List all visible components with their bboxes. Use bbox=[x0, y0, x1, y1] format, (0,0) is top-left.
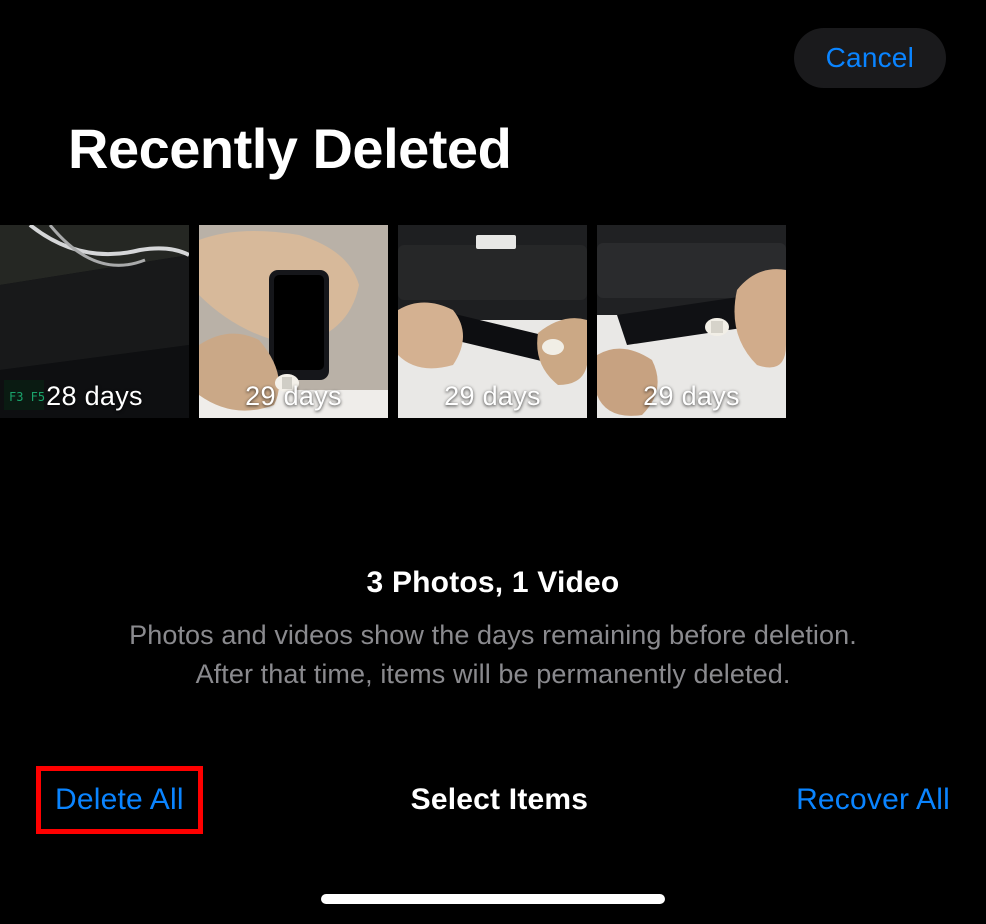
thumbnail-days-label: 28 days bbox=[0, 381, 189, 412]
delete-all-highlight: Delete All bbox=[36, 766, 203, 834]
summary-line-2: After that time, items will be permanent… bbox=[196, 659, 791, 689]
cancel-button[interactable]: Cancel bbox=[794, 28, 946, 88]
bottom-toolbar: Delete All Select Items Recover All bbox=[0, 766, 986, 834]
thumbnail-days-label: 29 days bbox=[398, 381, 587, 412]
photo-thumbnail[interactable]: F3 F5 28 days bbox=[0, 225, 189, 418]
page-title: Recently Deleted bbox=[0, 88, 986, 181]
photo-thumbnail[interactable]: 29 days bbox=[398, 225, 587, 418]
photo-thumbnail[interactable]: 29 days bbox=[199, 225, 388, 418]
thumbnail-row: F3 F5 28 days 29 days 29 days bbox=[0, 225, 986, 418]
summary-line-1: Photos and videos show the days remainin… bbox=[129, 620, 857, 650]
thumbnail-days-label: 29 days bbox=[199, 381, 388, 412]
thumbnail-days-label: 29 days bbox=[597, 381, 786, 412]
summary-count: 3 Photos, 1 Video bbox=[0, 566, 986, 600]
top-bar: Cancel bbox=[0, 0, 986, 88]
delete-all-button[interactable]: Delete All bbox=[55, 783, 184, 817]
summary-description: Photos and videos show the days remainin… bbox=[0, 616, 986, 694]
select-items-label: Select Items bbox=[411, 783, 589, 817]
summary-section: 3 Photos, 1 Video Photos and videos show… bbox=[0, 566, 986, 694]
photo-thumbnail[interactable]: 29 days bbox=[597, 225, 786, 418]
recover-all-button[interactable]: Recover All bbox=[796, 783, 950, 817]
home-indicator[interactable] bbox=[321, 894, 665, 904]
